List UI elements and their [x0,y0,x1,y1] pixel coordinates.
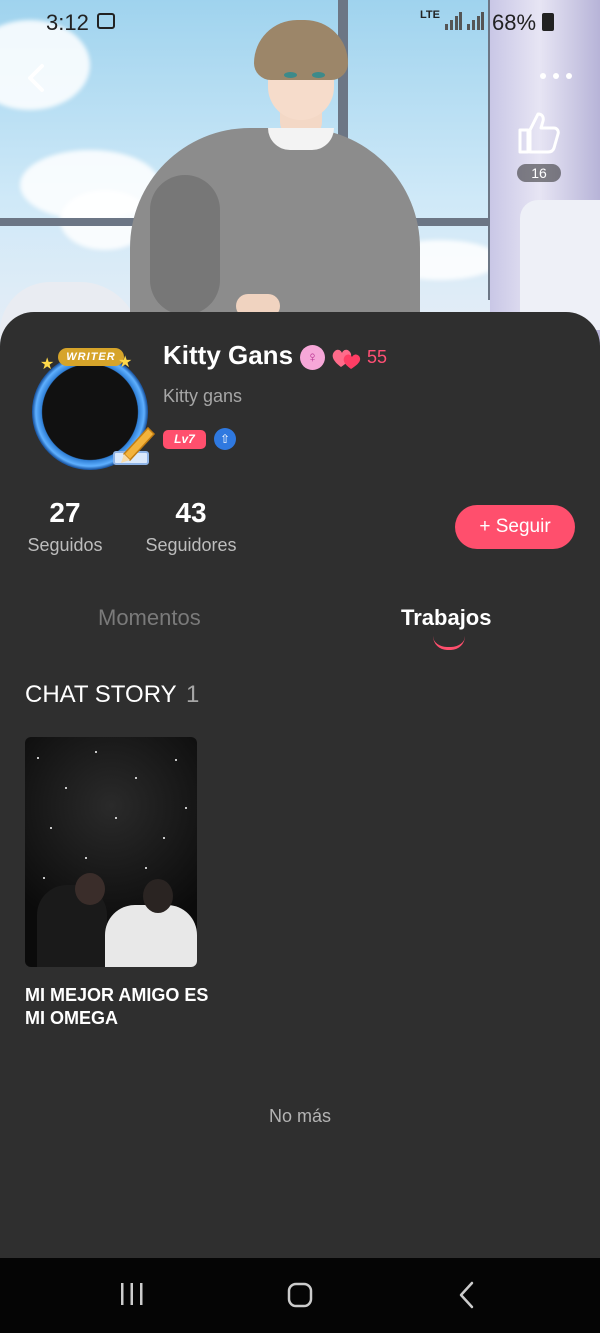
writer-badge: WRITER [58,348,124,366]
following-count: 27 [49,497,81,528]
hearts-count: 55 [367,347,388,367]
profile-cover-image [0,0,600,360]
status-time: 3:12 [46,10,89,35]
level-badge: Lv7 [163,430,206,449]
battery-percent: 68% [492,10,537,35]
following-stat[interactable]: 27 Seguidos [25,497,105,556]
recent-apps-icon[interactable] [118,1280,146,1308]
tab-trabajos[interactable]: Trabajos [401,605,491,631]
system-nav-bar [0,1258,600,1333]
tab-momentos[interactable]: Momentos [98,605,201,631]
section-title: CHAT STORY [25,681,177,708]
like-count: 16 [517,164,561,182]
plus-icon: + [479,516,491,537]
status-bar: 3:12 LTE 68% [0,0,600,44]
followers-count: 43 [175,497,207,528]
follow-button-label: Seguir [495,516,551,537]
female-gender-icon: ♀ [300,345,325,370]
thumbs-up-icon [518,112,560,154]
story-cover[interactable] [25,737,197,967]
follow-button[interactable]: + Seguir [455,505,575,549]
hearts-icon [332,349,361,369]
signal-icon [445,12,462,30]
back-arrow-icon[interactable] [20,60,56,96]
story-title[interactable]: MI MEJOR AMIGO ES MI OMEGA [25,984,215,1030]
more-dots-icon[interactable] [538,66,574,86]
battery-icon [542,13,554,31]
followers-stat[interactable]: 43 Seguidores [142,497,240,556]
back-nav-icon[interactable] [456,1280,480,1310]
section-count: 1 [186,681,200,708]
pencil-book-icon [113,426,156,465]
profile-name: Kitty Gans [163,340,294,370]
home-icon[interactable] [285,1280,315,1310]
no-more-text: No más [268,1106,331,1126]
followers-label: Seguidores [145,535,237,555]
star-icon: ★ [40,356,55,373]
profile-handle: Kitty gans [163,386,243,406]
avatar[interactable]: WRITER ★ ★ [26,348,156,470]
star-icon: ★ [118,354,133,371]
signal-icon-2 [467,12,484,30]
gallery-icon [97,13,115,29]
network-type: LTE [420,9,440,21]
rocket-badge-icon: ⇧ [214,428,236,450]
following-label: Seguidos [27,535,103,555]
